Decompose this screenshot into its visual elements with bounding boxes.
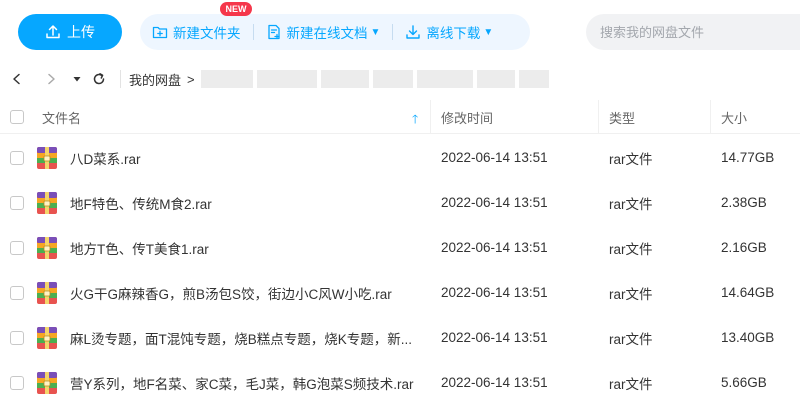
offline-download-label: 离线下载	[426, 26, 481, 41]
file-type: rar文件	[609, 376, 653, 392]
file-type: rar文件	[609, 196, 653, 212]
nav-row: 我的网盘 >	[0, 62, 800, 96]
rar-archive-icon	[36, 135, 58, 180]
upload-label: 上传	[67, 24, 95, 40]
new-online-doc-label: 新建在线文档	[286, 26, 368, 41]
table-row[interactable]: 地方T色、传T美食1.rar 2022-06-14 13:51 rar文件 2.…	[0, 225, 800, 270]
file-size: 14.64GB	[721, 285, 775, 300]
rar-archive-icon	[36, 180, 58, 225]
back-button[interactable]	[6, 68, 28, 90]
new-folder-label: 新建文件夹	[173, 26, 241, 41]
file-size: 5.66GB	[721, 375, 767, 390]
table-row[interactable]: 麻L烫专题，面T混饨专题，烧B糕点专题，烧K专题，新... 2022-06-14…	[0, 315, 800, 360]
table-row[interactable]: 地F特色、传统M食2.rar 2022-06-14 13:51 rar文件 2.…	[0, 180, 800, 225]
forward-button[interactable]	[40, 68, 62, 90]
file-type: rar文件	[609, 331, 653, 347]
file-name[interactable]: 地F特色、传统M食2.rar	[70, 180, 212, 225]
chevron-right-icon	[48, 73, 55, 85]
doc-plus-icon	[267, 24, 280, 40]
caret-down-icon: ▼	[370, 26, 381, 38]
breadcrumb-redacted	[200, 70, 553, 88]
file-size: 2.38GB	[721, 195, 767, 210]
chevron-left-icon	[13, 73, 20, 85]
rar-archive-icon	[36, 360, 58, 405]
file-size: 14.77GB	[721, 150, 775, 165]
column-divider	[710, 100, 711, 134]
upload-button[interactable]: 上传	[18, 14, 122, 50]
file-modified: 2022-06-14 13:51	[441, 195, 548, 210]
breadcrumb-root[interactable]: 我的网盘	[129, 70, 181, 89]
rar-archive-icon	[36, 270, 58, 315]
table-row[interactable]: 营Y系列，地F名菜、家C菜，毛J菜，韩G泡菜S频技术.rar 2022-06-1…	[0, 360, 800, 405]
history-dropdown[interactable]	[66, 68, 88, 90]
file-size: 2.16GB	[721, 240, 767, 255]
file-name[interactable]: 地方T色、传T美食1.rar	[70, 225, 209, 270]
table-row[interactable]: 火G干G麻辣香G，煎B汤包S饺，街边小C风W小吃.rar 2022-06-14 …	[0, 270, 800, 315]
file-name[interactable]: 火G干G麻辣香G，煎B汤包S饺，街边小C风W小吃.rar	[70, 270, 392, 315]
row-checkbox[interactable]	[10, 240, 24, 255]
file-type: rar文件	[609, 151, 653, 167]
table-row[interactable]: 八D菜系.rar 2022-06-14 13:51 rar文件 14.77GB	[0, 135, 800, 180]
search-input[interactable]	[600, 24, 780, 40]
file-type: rar文件	[609, 286, 653, 302]
column-header-size[interactable]: 大小	[721, 100, 747, 134]
column-divider	[430, 100, 431, 134]
file-modified: 2022-06-14 13:51	[441, 285, 548, 300]
breadcrumb-separator: >	[187, 71, 195, 87]
file-size: 13.40GB	[721, 330, 775, 345]
sort-up-icon[interactable]: 🡑	[412, 110, 418, 131]
row-checkbox[interactable]	[10, 375, 24, 390]
refresh-button[interactable]	[88, 68, 110, 90]
file-modified: 2022-06-14 13:51	[441, 240, 548, 255]
row-checkbox[interactable]	[10, 195, 24, 210]
file-name[interactable]: 八D菜系.rar	[70, 135, 141, 180]
rar-archive-icon	[36, 315, 58, 360]
nav-separator	[120, 70, 121, 88]
file-modified: 2022-06-14 13:51	[441, 330, 548, 345]
file-type: rar文件	[609, 241, 653, 257]
column-header-modified[interactable]: 修改时间	[441, 100, 493, 134]
column-header-type[interactable]: 类型	[609, 100, 635, 134]
upload-icon	[46, 25, 60, 39]
rar-archive-icon	[36, 225, 58, 270]
offline-download-button[interactable]: 离线下载 ▼	[393, 14, 505, 50]
row-checkbox[interactable]	[10, 150, 24, 165]
table-header: 文件名 🡑 修改时间 类型 大小	[0, 100, 800, 134]
download-icon	[406, 25, 421, 39]
folder-plus-icon	[152, 26, 168, 39]
new-badge: NEW	[220, 2, 252, 16]
file-name[interactable]: 麻L烫专题，面T混饨专题，烧B糕点专题，烧K专题，新...	[70, 315, 412, 360]
new-folder-button[interactable]: 新建文件夹	[140, 14, 253, 50]
action-group: 新建文件夹 新建在线文档 ▼ 离线下载 ▼	[140, 14, 530, 50]
file-modified: 2022-06-14 13:51	[441, 150, 548, 165]
select-all-checkbox[interactable]	[10, 110, 24, 124]
file-modified: 2022-06-14 13:51	[441, 375, 548, 390]
caret-down-icon	[73, 77, 81, 82]
row-checkbox[interactable]	[10, 330, 24, 345]
column-divider	[598, 100, 599, 134]
new-online-doc-button[interactable]: 新建在线文档 ▼	[254, 14, 393, 50]
file-name[interactable]: 营Y系列，地F名菜、家C菜，毛J菜，韩G泡菜S频技术.rar	[70, 360, 414, 405]
search-box[interactable]	[586, 14, 800, 50]
column-header-name[interactable]: 文件名	[42, 100, 81, 134]
caret-down-icon: ▼	[483, 26, 494, 38]
select-all-cell	[10, 100, 24, 134]
row-checkbox[interactable]	[10, 285, 24, 300]
toolbar: 上传 新建文件夹 新建在线文档 ▼ 离线下载 ▼ NEW 搜索我的网盘文件	[0, 0, 800, 62]
refresh-icon	[93, 73, 105, 85]
